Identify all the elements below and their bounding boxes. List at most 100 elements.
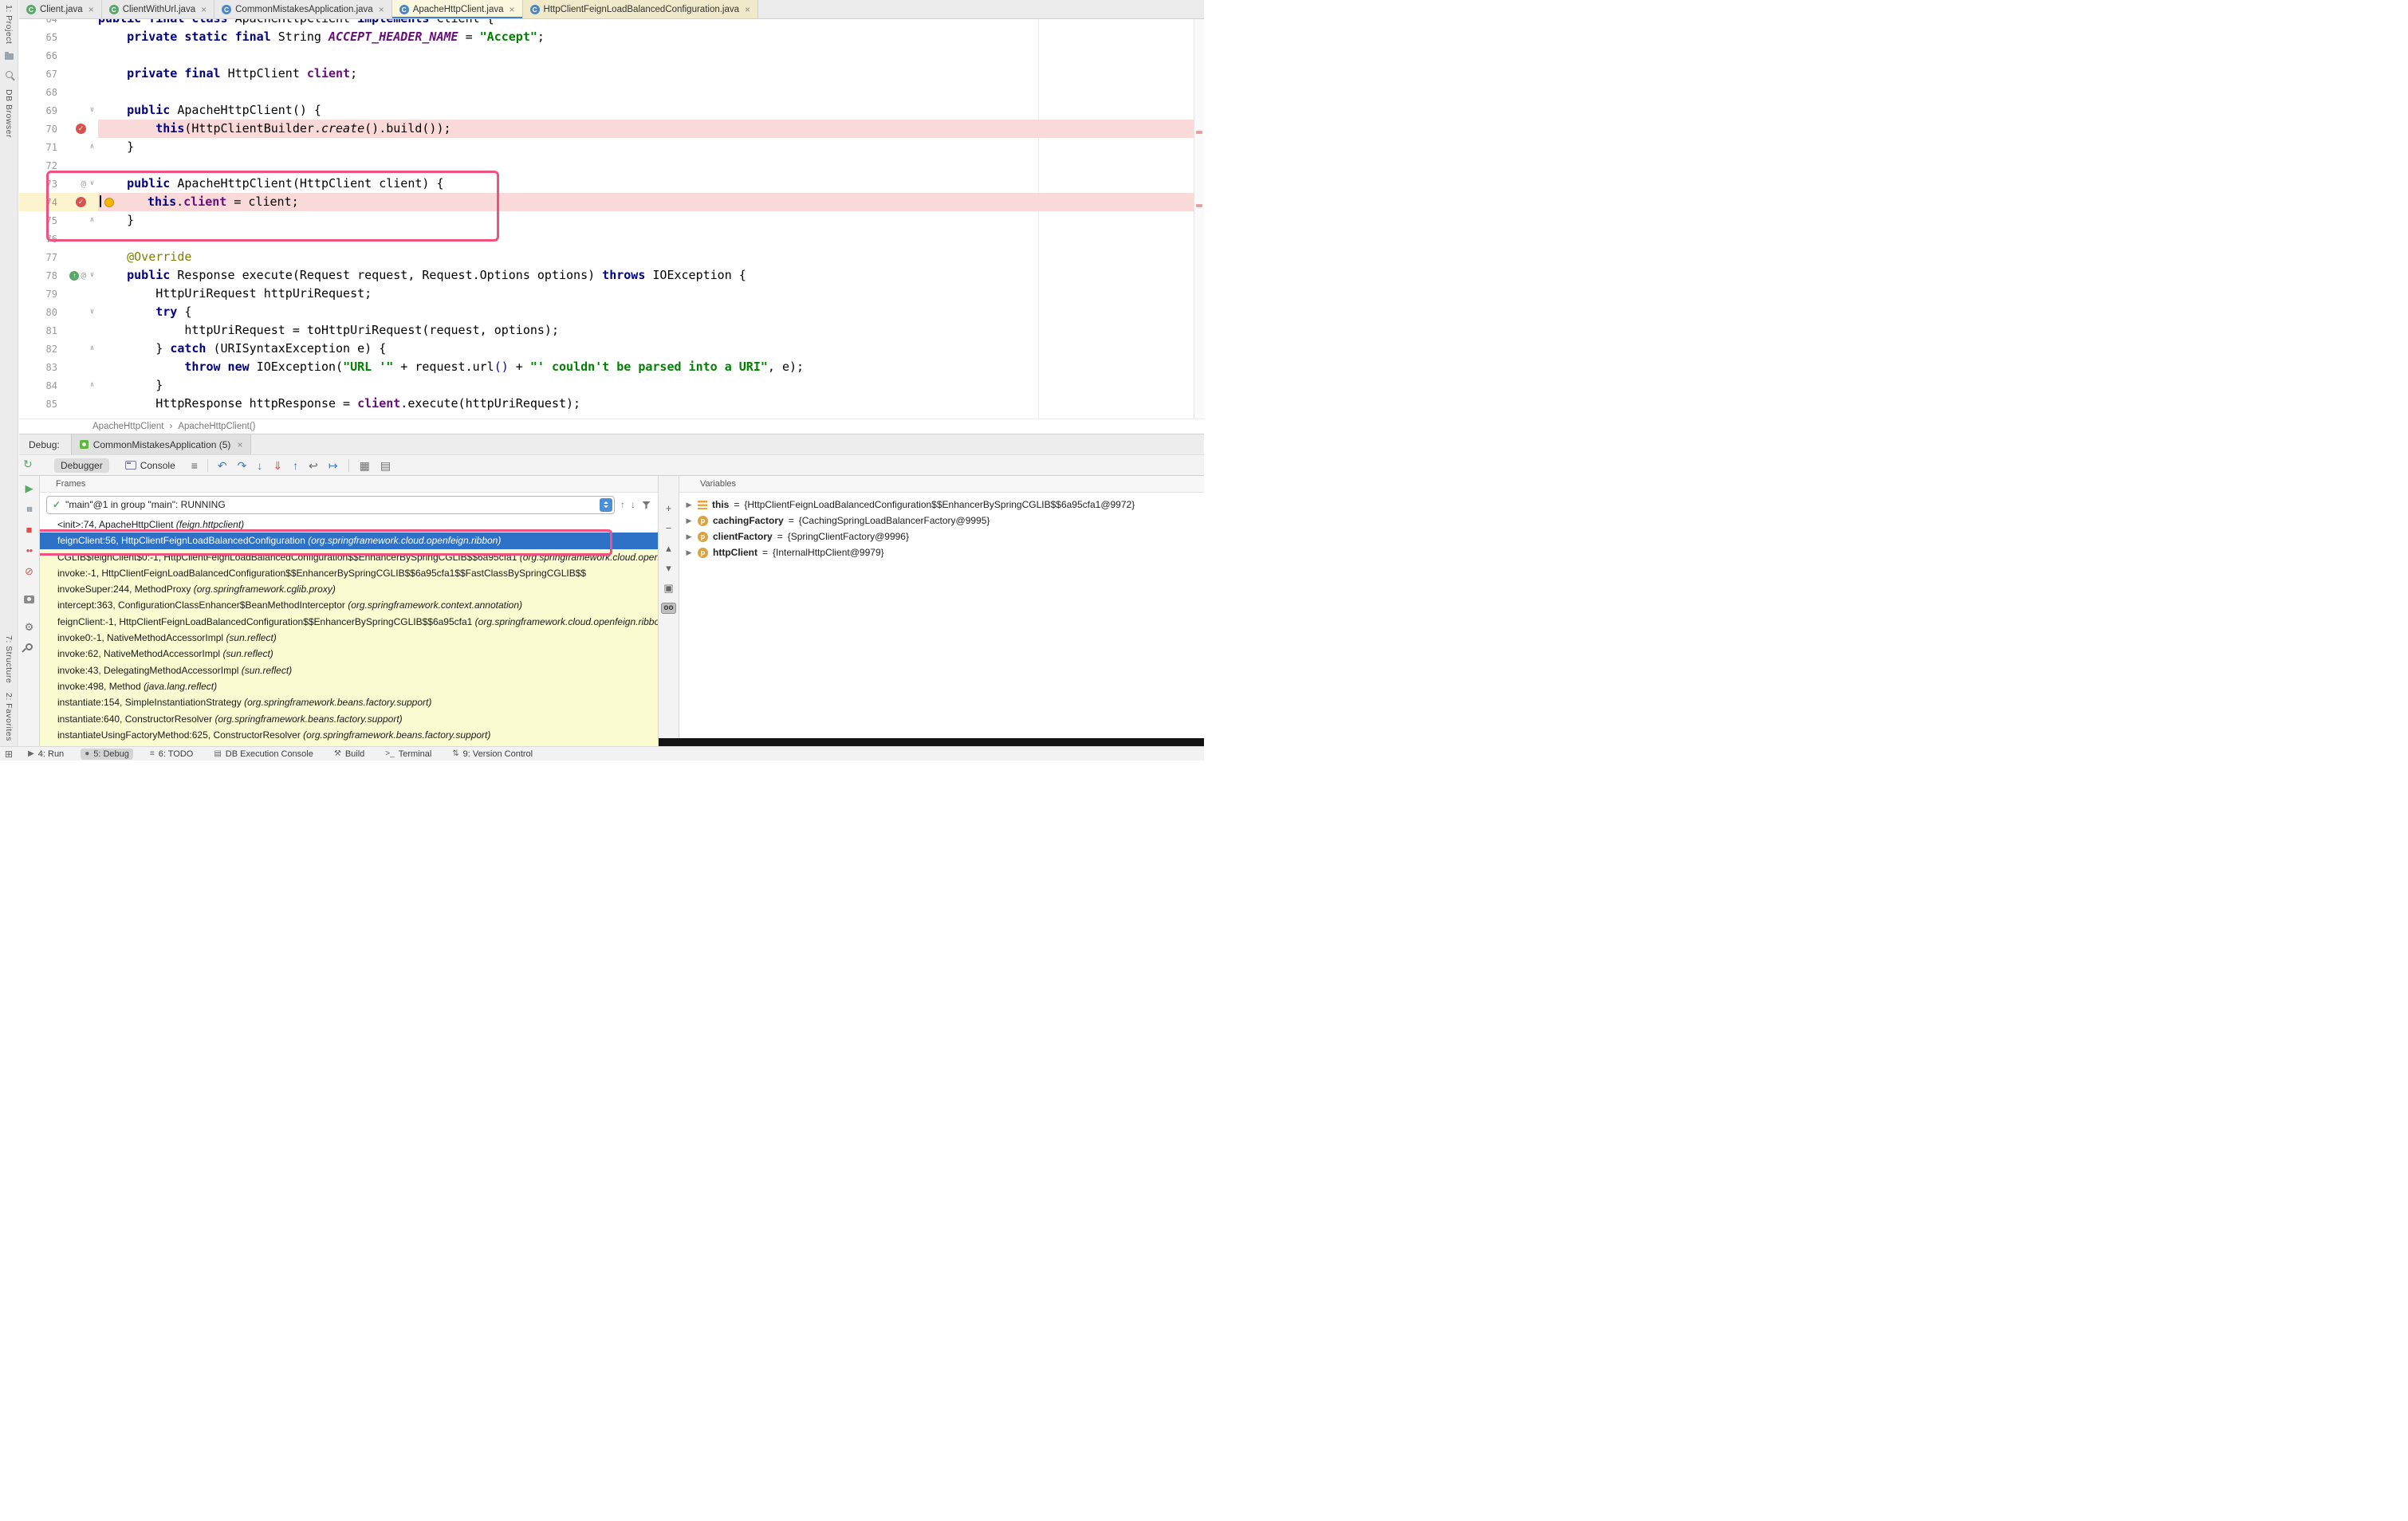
tool-window-button-project[interactable]: 1: Project bbox=[4, 5, 14, 44]
variable-row[interactable]: ▶phttpClient = {InternalHttpClient@9979} bbox=[679, 544, 1204, 560]
statusbar-item-9-version-control[interactable]: ⇅9: Version Control bbox=[448, 749, 537, 760]
code-line[interactable]: 64public final class ApacheHttpClient im… bbox=[19, 19, 1194, 28]
expand-icon[interactable]: ▶ bbox=[685, 501, 693, 509]
add-icon[interactable]: + bbox=[666, 503, 672, 514]
step-out-icon[interactable]: ↑ bbox=[293, 460, 298, 471]
editor-tab[interactable]: CApacheHttpClient.java× bbox=[392, 0, 523, 18]
run-to-cursor-icon[interactable]: ↦ bbox=[329, 460, 338, 471]
code-line[interactable]: 66 bbox=[19, 46, 1194, 65]
override-icon[interactable]: ↑ bbox=[69, 271, 79, 281]
code-line[interactable]: 79 HttpUriRequest httpUriRequest; bbox=[19, 285, 1194, 303]
close-icon[interactable]: × bbox=[201, 5, 207, 14]
close-icon[interactable]: × bbox=[510, 5, 515, 14]
editor-tab[interactable]: CClient.java× bbox=[19, 0, 102, 18]
close-icon[interactable]: × bbox=[379, 5, 384, 14]
duplicate-icon[interactable]: ▣ bbox=[663, 583, 673, 594]
code-line[interactable]: 75∧ } bbox=[19, 211, 1194, 230]
move-down-icon[interactable]: ▾ bbox=[666, 563, 671, 574]
fold-marker[interactable]: ∨ bbox=[86, 175, 98, 193]
stack-frame-row[interactable]: <init>:74, ApacheHttpClient (feign.httpc… bbox=[40, 517, 658, 533]
stack-frame-row[interactable]: instantiateUsingFactoryMethod:625, Const… bbox=[40, 727, 658, 743]
mute-breakpoints-icon[interactable]: ⊘ bbox=[25, 565, 33, 578]
close-icon[interactable]: × bbox=[89, 5, 94, 14]
close-icon[interactable]: × bbox=[745, 5, 750, 14]
tool-window-switcher-icon[interactable]: ⊞ bbox=[5, 749, 13, 760]
fold-marker[interactable]: ∨ bbox=[86, 266, 98, 285]
fold-marker[interactable]: ∧ bbox=[86, 376, 98, 395]
breadcrumb-method[interactable]: ApacheHttpClient() bbox=[178, 422, 255, 431]
drop-frame-icon[interactable]: ↩ bbox=[309, 460, 318, 471]
breadcrumb-class[interactable]: ApacheHttpClient bbox=[92, 422, 164, 431]
tab-console[interactable]: Console bbox=[119, 458, 182, 473]
code-line[interactable]: 84∧ } bbox=[19, 376, 1194, 395]
fold-marker[interactable]: ∨ bbox=[86, 101, 98, 120]
statusbar-item-4-run[interactable]: ▶4: Run bbox=[24, 749, 68, 760]
db-browser-icon[interactable] bbox=[6, 71, 13, 78]
expand-icon[interactable]: ▶ bbox=[685, 533, 693, 541]
code-line[interactable]: 76 bbox=[19, 230, 1194, 248]
step-into-icon[interactable]: ↓ bbox=[257, 460, 262, 471]
stack-frame-row[interactable]: invoke:-1, HttpClientFeignLoadBalancedCo… bbox=[40, 565, 658, 581]
code-line[interactable]: 82∧ } catch (URISyntaxException e) { bbox=[19, 340, 1194, 358]
stack-frame-row[interactable]: instantiate:640, ConstructorResolver (or… bbox=[40, 711, 658, 727]
variable-row[interactable]: ▶pcachingFactory = {CachingSpringLoadBal… bbox=[679, 513, 1204, 529]
close-icon[interactable]: × bbox=[237, 440, 242, 450]
combo-stepper-icon[interactable] bbox=[600, 498, 612, 512]
code-line[interactable]: 69∨ public ApacheHttpClient() { bbox=[19, 101, 1194, 120]
view-breakpoints-icon[interactable]: ●● bbox=[26, 544, 33, 557]
code-line[interactable]: 78↑@∨ public Response execute(Request re… bbox=[19, 266, 1194, 285]
thread-selector[interactable]: ✓ "main"@1 in group "main": RUNNING bbox=[46, 496, 615, 514]
variable-row[interactable]: ▶pclientFactory = {SpringClientFactory@9… bbox=[679, 529, 1204, 544]
show-watches-icon[interactable]: oo bbox=[661, 603, 675, 614]
variable-row[interactable]: ▶this = {HttpClientFeignLoadBalancedConf… bbox=[679, 497, 1204, 513]
rerun-icon[interactable]: ↻ bbox=[23, 458, 33, 470]
fold-marker[interactable]: ∧ bbox=[86, 340, 98, 358]
code-line[interactable]: 81 httpUriRequest = toHttpUriRequest(req… bbox=[19, 321, 1194, 340]
code-line[interactable]: 72 bbox=[19, 156, 1194, 175]
code-line[interactable]: 85 HttpResponse httpResponse = client.ex… bbox=[19, 395, 1194, 413]
resume-icon[interactable]: ▶ bbox=[26, 482, 33, 495]
fold-marker[interactable]: ∧ bbox=[86, 138, 98, 156]
layout-menu-icon[interactable]: ≡ bbox=[191, 460, 198, 471]
stack-frame-row[interactable]: invoke:62, NativeMethodAccessorImpl (sun… bbox=[40, 646, 658, 662]
stack-frames-list[interactable]: <init>:74, ApacheHttpClient (feign.httpc… bbox=[40, 517, 658, 746]
editor-tab[interactable]: CHttpClientFeignLoadBalancedConfiguratio… bbox=[523, 0, 759, 18]
code-line[interactable]: 68 bbox=[19, 83, 1194, 101]
code-line[interactable]: 70✓ this(HttpClientBuilder.create().buil… bbox=[19, 120, 1194, 138]
stack-frame-row[interactable]: instantiate:154, SimpleInstantiationStra… bbox=[40, 694, 658, 710]
expand-icon[interactable]: ▶ bbox=[685, 517, 693, 525]
force-step-into-icon[interactable]: ⇓ bbox=[273, 460, 282, 471]
camera-icon[interactable] bbox=[24, 595, 34, 603]
fold-marker[interactable]: ∧ bbox=[86, 211, 98, 230]
tool-window-button-structure[interactable]: 7: Structure bbox=[4, 635, 14, 683]
code-line[interactable]: 71∧ } bbox=[19, 138, 1194, 156]
remove-icon[interactable]: − bbox=[666, 523, 672, 534]
next-frame-icon[interactable]: ↓ bbox=[631, 499, 635, 510]
move-up-icon[interactable]: ▴ bbox=[666, 543, 671, 554]
breakpoint-icon[interactable]: ✓ bbox=[76, 197, 86, 207]
stack-frame-row[interactable]: CGLIB$feignClient$0:-1, HttpClientFeignL… bbox=[40, 549, 658, 565]
pin-icon[interactable] bbox=[24, 642, 34, 652]
show-execution-point-icon[interactable]: ↶ bbox=[218, 460, 227, 471]
editor-scrollbar[interactable] bbox=[1194, 19, 1204, 419]
statusbar-item-terminal[interactable]: >_Terminal bbox=[381, 749, 435, 760]
stack-frame-row[interactable]: invokeSuper:244, MethodProxy (org.spring… bbox=[40, 581, 658, 597]
stack-frame-row[interactable]: invoke0:-1, NativeMethodAccessorImpl (su… bbox=[40, 630, 658, 646]
stack-frame-row[interactable]: feignClient:-1, HttpClientFeignLoadBalan… bbox=[40, 614, 658, 630]
statusbar-item-6-todo[interactable]: ≡6: TODO bbox=[146, 749, 197, 760]
step-over-icon[interactable]: ↷ bbox=[238, 460, 247, 471]
expand-icon[interactable]: ▶ bbox=[685, 548, 693, 557]
tool-window-button-db-browser[interactable]: DB Browser bbox=[4, 89, 14, 138]
statusbar-item-5-debug[interactable]: ●5: Debug bbox=[81, 749, 133, 760]
code-line[interactable]: 67 private final HttpClient client; bbox=[19, 65, 1194, 83]
stack-frame-row[interactable]: intercept:363, ConfigurationClassEnhance… bbox=[40, 597, 658, 613]
statusbar-item-db-execution-console[interactable]: ▤DB Execution Console bbox=[210, 749, 317, 760]
tool-window-button-favorites[interactable]: 2: Favorites bbox=[4, 693, 14, 741]
code-line[interactable]: 74✓this.client = client; bbox=[19, 193, 1194, 211]
code-line[interactable]: 80∨ try { bbox=[19, 303, 1194, 321]
tab-debugger[interactable]: Debugger bbox=[54, 458, 109, 473]
stack-frame-row[interactable]: invoke:498, Method (java.lang.reflect) bbox=[40, 678, 658, 694]
view-as-table-icon[interactable]: ▦ bbox=[360, 460, 370, 471]
stack-frame-row[interactable]: feignClient:56, HttpClientFeignLoadBalan… bbox=[40, 533, 658, 548]
previous-frame-icon[interactable]: ↑ bbox=[620, 499, 625, 510]
